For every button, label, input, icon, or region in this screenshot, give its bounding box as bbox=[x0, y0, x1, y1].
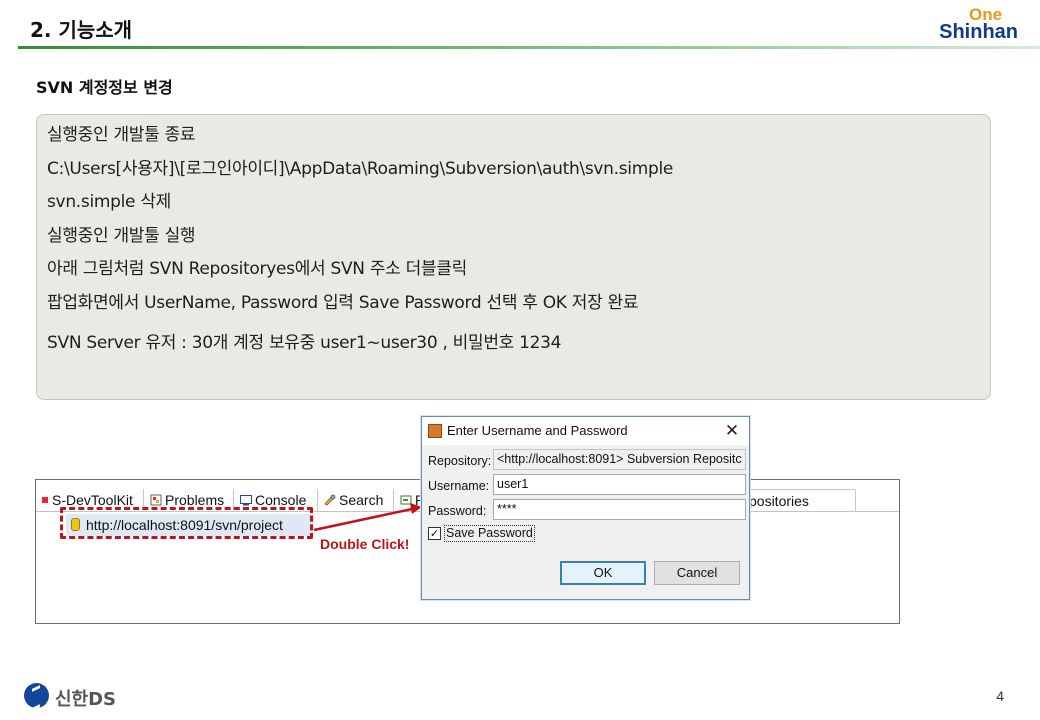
cancel-button[interactable]: Cancel bbox=[654, 561, 740, 585]
instruction-line: 아래 그림처럼 SVN Repositoryes에서 SVN 주소 더블클릭 bbox=[47, 259, 467, 279]
instruction-line: 팝업화면에서 UserName, Password 입력 Save Passwo… bbox=[47, 292, 639, 313]
instruction-line: SVN Server 유저 : 30개 계정 보유중 user1~user30 … bbox=[47, 333, 562, 353]
section-title: SVN 계정정보 변경 bbox=[36, 78, 173, 97]
username-label: Username: bbox=[428, 479, 490, 493]
dialog-titlebar: Enter Username and Password ✕ bbox=[422, 417, 749, 445]
credentials-dialog: Enter Username and Password ✕ Repository… bbox=[421, 416, 750, 600]
double-click-annotation: Double Click! bbox=[320, 536, 410, 552]
shinhan-mark-icon bbox=[24, 683, 49, 708]
password-field[interactable]: **** bbox=[493, 499, 746, 520]
one-shinhan-logo: One Shinhan bbox=[939, 6, 1018, 42]
repository-label: Repository: bbox=[428, 454, 492, 468]
instruction-line: 실행중인 개발툴 실행 bbox=[47, 225, 196, 246]
password-label: Password: bbox=[428, 504, 487, 518]
tab-search[interactable]: Search bbox=[320, 489, 394, 512]
highlight-dashed-box bbox=[60, 507, 313, 539]
instruction-box: 실행중인 개발툴 종료 C:\Users[사용자]\[로그인아이디]\AppDa… bbox=[36, 114, 991, 400]
username-field[interactable]: user1 bbox=[493, 474, 746, 495]
logo-shinhan-text: Shinhan bbox=[939, 21, 1018, 43]
close-icon[interactable]: ✕ bbox=[721, 420, 743, 442]
page-number: 4 bbox=[996, 688, 1004, 704]
instruction-line: 실행중인 개발툴 종료 bbox=[47, 125, 196, 145]
page-title: 2. 기능소개 bbox=[30, 18, 133, 42]
save-password-label[interactable]: Save Password bbox=[444, 525, 535, 542]
header-divider bbox=[18, 46, 1040, 49]
repository-field[interactable]: <http://localhost:8091> Subversion Repos… bbox=[493, 449, 746, 470]
save-password-checkbox[interactable]: ✓ bbox=[428, 527, 441, 540]
tab-label: Search bbox=[339, 492, 384, 508]
instruction-line: C:\Users[사용자]\[로그인아이디]\AppData\Roaming\S… bbox=[47, 158, 674, 179]
ok-button[interactable]: OK bbox=[560, 561, 646, 585]
dialog-title: Enter Username and Password bbox=[447, 423, 628, 438]
problems-icon bbox=[150, 494, 162, 506]
tab-label: S-DevToolKit bbox=[52, 492, 133, 508]
tab-label: Problems bbox=[165, 492, 225, 508]
footer-brand: 신한DS bbox=[55, 689, 117, 710]
tab-svn-repositories[interactable]: positories bbox=[746, 489, 856, 512]
console-icon bbox=[240, 495, 252, 506]
search-icon bbox=[324, 494, 336, 506]
active-tab-marker-icon bbox=[42, 497, 48, 503]
instruction-line: svn.simple 삭제 bbox=[47, 192, 171, 212]
tab-partial-hidden[interactable]: P bbox=[396, 489, 424, 512]
app-icon bbox=[428, 424, 442, 438]
progress-icon bbox=[400, 495, 412, 505]
tab-label: Console bbox=[255, 492, 307, 508]
